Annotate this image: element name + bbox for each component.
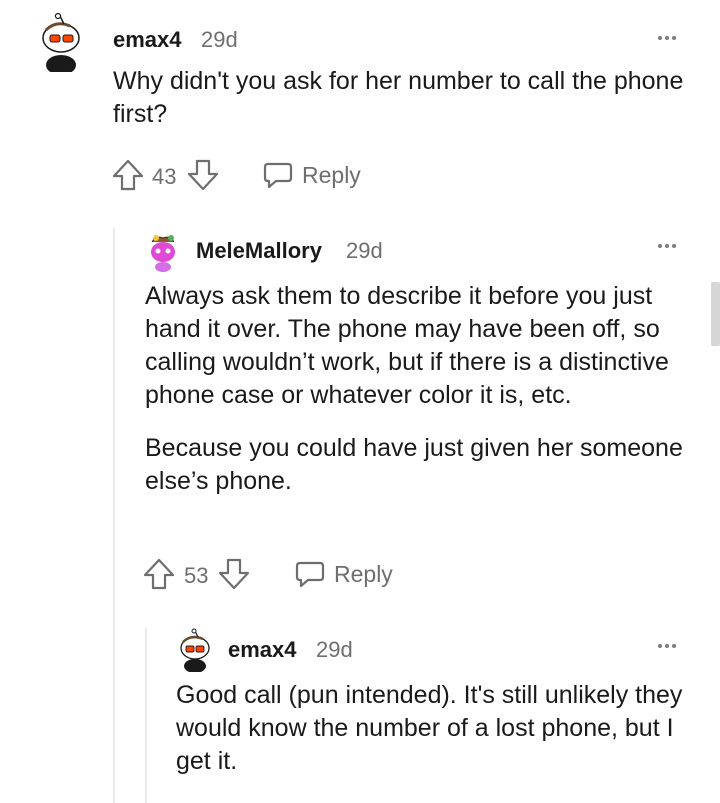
upvote-icon[interactable] <box>142 557 176 591</box>
thread-line-level-1[interactable] <box>113 228 115 803</box>
comment-body: Why didn't you ask for her number to cal… <box>113 65 693 131</box>
vote-score: 43 <box>152 164 177 189</box>
comment-username[interactable]: emax4 <box>113 27 182 53</box>
reply-label: Reply <box>334 560 393 587</box>
comment-paragraph: Why didn't you ask for her number to cal… <box>113 67 684 128</box>
upvote-icon[interactable] <box>111 158 145 192</box>
downvote-icon[interactable] <box>186 158 220 192</box>
comment-paragraph: Good call (pun intended). It's still unl… <box>176 681 683 775</box>
downvote-icon[interactable] <box>217 557 251 591</box>
reply-icon <box>263 162 293 189</box>
comment-timestamp: 29d <box>316 637 353 662</box>
thread-line-level-2[interactable] <box>145 628 147 803</box>
more-options-icon[interactable] <box>658 644 679 648</box>
comment-body: Good call (pun intended). It's still unl… <box>176 679 701 778</box>
vote-score: 53 <box>184 563 209 588</box>
comment-username[interactable]: MeleMallory <box>196 238 322 264</box>
more-options-icon[interactable] <box>658 244 679 248</box>
comment-username[interactable]: emax4 <box>228 637 297 663</box>
scrollbar-thumb[interactable] <box>711 282 720 346</box>
avatar[interactable] <box>176 628 214 672</box>
reply-label: Reply <box>302 161 361 188</box>
avatar[interactable] <box>146 232 180 272</box>
more-options-icon[interactable] <box>658 36 679 40</box>
comment-paragraph: Because you could have just given her so… <box>145 434 683 495</box>
comment-timestamp: 29d <box>346 238 383 263</box>
comment-body: Always ask them to describe it before yo… <box>145 280 700 498</box>
comment-timestamp: 29d <box>201 27 238 52</box>
reply-button[interactable]: Reply <box>262 158 361 192</box>
reply-button[interactable]: Reply <box>294 557 393 591</box>
comment-paragraph: Always ask them to describe it before yo… <box>145 282 669 409</box>
avatar[interactable] <box>36 12 86 72</box>
reply-icon <box>295 561 325 588</box>
